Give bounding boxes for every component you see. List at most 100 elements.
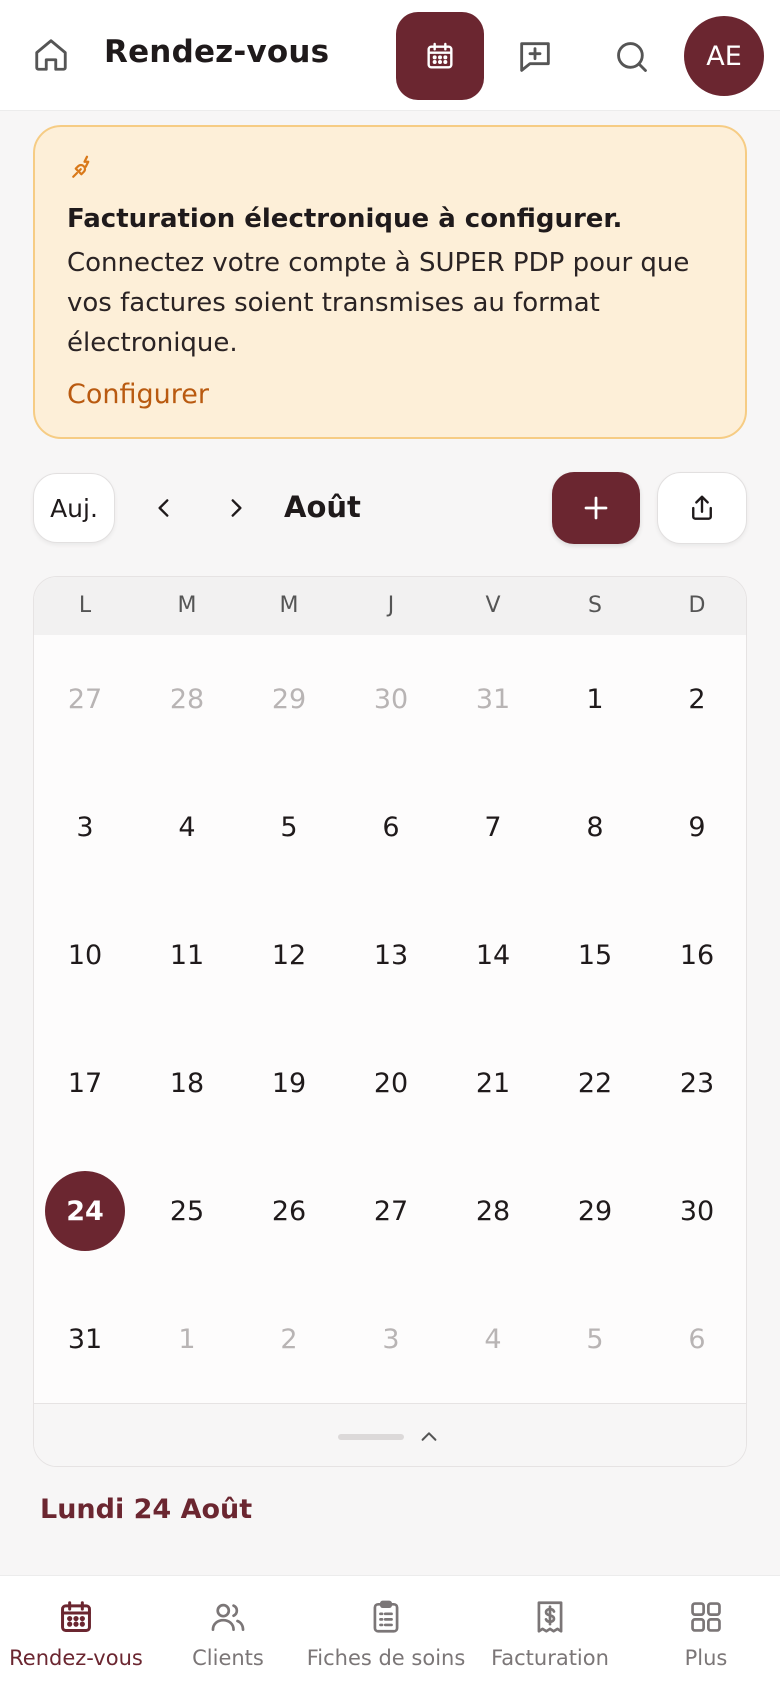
calendar-day[interactable]: 3 (340, 1275, 442, 1403)
calendar-day[interactable]: 4 (442, 1275, 544, 1403)
day-number: 2 (280, 1323, 298, 1355)
calendar-day[interactable]: 25 (136, 1147, 238, 1275)
calendar-day[interactable]: 26 (238, 1147, 340, 1275)
calendar-day[interactable]: 30 (646, 1147, 746, 1275)
nav-item-clients[interactable]: Clients (152, 1576, 304, 1688)
today-button[interactable]: Auj. (33, 473, 115, 543)
calendar-day[interactable]: 6 (340, 763, 442, 891)
calendar-day[interactable]: 29 (238, 635, 340, 763)
chevron-up-icon (421, 1432, 437, 1441)
day-number: 25 (169, 1195, 205, 1227)
calendar-day[interactable]: 6 (646, 1275, 746, 1403)
calendar-day[interactable]: 19 (238, 1019, 340, 1147)
calendar-day[interactable]: 4 (136, 763, 238, 891)
calendar-day[interactable]: 20 (340, 1019, 442, 1147)
calendar-day[interactable]: 31 (442, 635, 544, 763)
nav-item-rendez-vous[interactable]: Rendez-vous (0, 1576, 152, 1688)
chevron-left-icon (158, 499, 169, 517)
weekday-label: D (688, 593, 706, 618)
calendar-day[interactable]: 7 (442, 763, 544, 891)
calendar-day[interactable]: 15 (544, 891, 646, 1019)
add-appointment-button[interactable] (552, 472, 640, 544)
calendar-week-row: 24 25 26 27 28 29 30 (34, 1147, 746, 1275)
avatar[interactable]: AE (684, 16, 764, 96)
share-button[interactable] (657, 472, 747, 544)
calendar-day[interactable]: 8 (544, 763, 646, 891)
day-number: 31 (475, 683, 511, 715)
home-icon (35, 39, 67, 71)
day-number: 16 (679, 939, 715, 971)
nav-item-fiches-de-soins[interactable]: Fiches de soins (304, 1576, 468, 1688)
calendar-day[interactable]: 3 (34, 763, 136, 891)
home-button[interactable] (30, 34, 72, 76)
calendar-day[interactable]: 10 (34, 891, 136, 1019)
weekday-label: S (588, 593, 602, 618)
calendar-day[interactable]: 13 (340, 891, 442, 1019)
day-number: 3 (76, 811, 94, 843)
day-number: 21 (475, 1067, 511, 1099)
share-icon (692, 495, 712, 520)
calendar-day[interactable]: 5 (544, 1275, 646, 1403)
calendar-day[interactable]: 14 (442, 891, 544, 1019)
calendar-day[interactable]: 27 (34, 635, 136, 763)
calendar-day[interactable]: 18 (136, 1019, 238, 1147)
day-number: 1 (178, 1323, 196, 1355)
calendar-day[interactable]: 28 (442, 1147, 544, 1275)
clipboard-icon (373, 1600, 399, 1633)
calendar-footer (34, 1403, 746, 1466)
plus-icon (584, 496, 608, 520)
calendar-day[interactable]: 17 (34, 1019, 136, 1147)
banner-title: Facturation électronique à configurer. (67, 204, 623, 234)
previous-month-button[interactable] (144, 488, 184, 528)
day-number: 8 (586, 811, 604, 843)
calendar-day[interactable]: 1 (136, 1275, 238, 1403)
calendar-day[interactable]: 12 (238, 891, 340, 1019)
nav-item-plus[interactable]: Plus (632, 1576, 780, 1688)
calendar-day[interactable]: 27 (340, 1147, 442, 1275)
calendar-day[interactable]: 16 (646, 891, 746, 1019)
banner-body: Connectez votre compte à SUPER PDP pour … (67, 248, 690, 358)
calendar-icon (427, 42, 453, 69)
calendar-day[interactable]: 23 (646, 1019, 746, 1147)
day-number: 11 (169, 939, 205, 971)
collapse-calendar-button[interactable] (414, 1422, 444, 1452)
day-number: 30 (373, 683, 409, 715)
day-number: 5 (280, 811, 298, 843)
bottom-navigation: Rendez-vous Clients Fiches de soins Fact… (0, 1575, 780, 1688)
day-number: 29 (577, 1195, 613, 1227)
calendar-day[interactable]: 22 (544, 1019, 646, 1147)
search-button[interactable] (609, 34, 655, 80)
calendar-day[interactable]: 2 (238, 1275, 340, 1403)
calendar-day[interactable]: 28 (136, 635, 238, 763)
calendar-day[interactable]: 5 (238, 763, 340, 891)
calendar-view-button[interactable] (396, 12, 484, 100)
day-number: 31 (67, 1323, 103, 1355)
month-label: Août (284, 490, 361, 524)
calendar-day[interactable]: 31 (34, 1275, 136, 1403)
calendar-day[interactable]: 29 (544, 1147, 646, 1275)
calendar-day[interactable]: 1 (544, 635, 646, 763)
calendar-day[interactable]: 11 (136, 891, 238, 1019)
calendar-day[interactable]: 21 (442, 1019, 544, 1147)
month-calendar: LMMJVSD 27 28 29 30 31 1 2 3 4 5 6 7 8 9 10 11 12 13 14 15 1… (33, 576, 747, 1467)
day-number: 28 (475, 1195, 511, 1227)
day-number: 22 (577, 1067, 613, 1099)
calendar-day[interactable]: 30 (340, 635, 442, 763)
calendar-day[interactable]: 2 (646, 635, 746, 763)
calendar-week-row: 10 11 12 13 14 15 16 (34, 891, 746, 1019)
calendar-day[interactable]: 9 (646, 763, 746, 891)
day-number: 3 (382, 1323, 400, 1355)
configure-link[interactable]: Configurer (67, 379, 209, 410)
day-number: 23 (679, 1067, 715, 1099)
day-number: 27 (67, 683, 103, 715)
new-message-button[interactable] (512, 34, 558, 80)
next-month-button[interactable] (216, 488, 256, 528)
weekday-label: L (78, 593, 92, 618)
day-number: 6 (382, 811, 400, 843)
nav-label: Rendez-vous (9, 1646, 143, 1670)
weekday-label: M (177, 593, 197, 618)
calendar-day-selected[interactable]: 24 (34, 1147, 136, 1275)
drag-handle[interactable] (338, 1434, 404, 1440)
nav-item-facturation[interactable]: Facturation (468, 1576, 632, 1688)
calendar-week-row: 27 28 29 30 31 1 2 (34, 635, 746, 763)
